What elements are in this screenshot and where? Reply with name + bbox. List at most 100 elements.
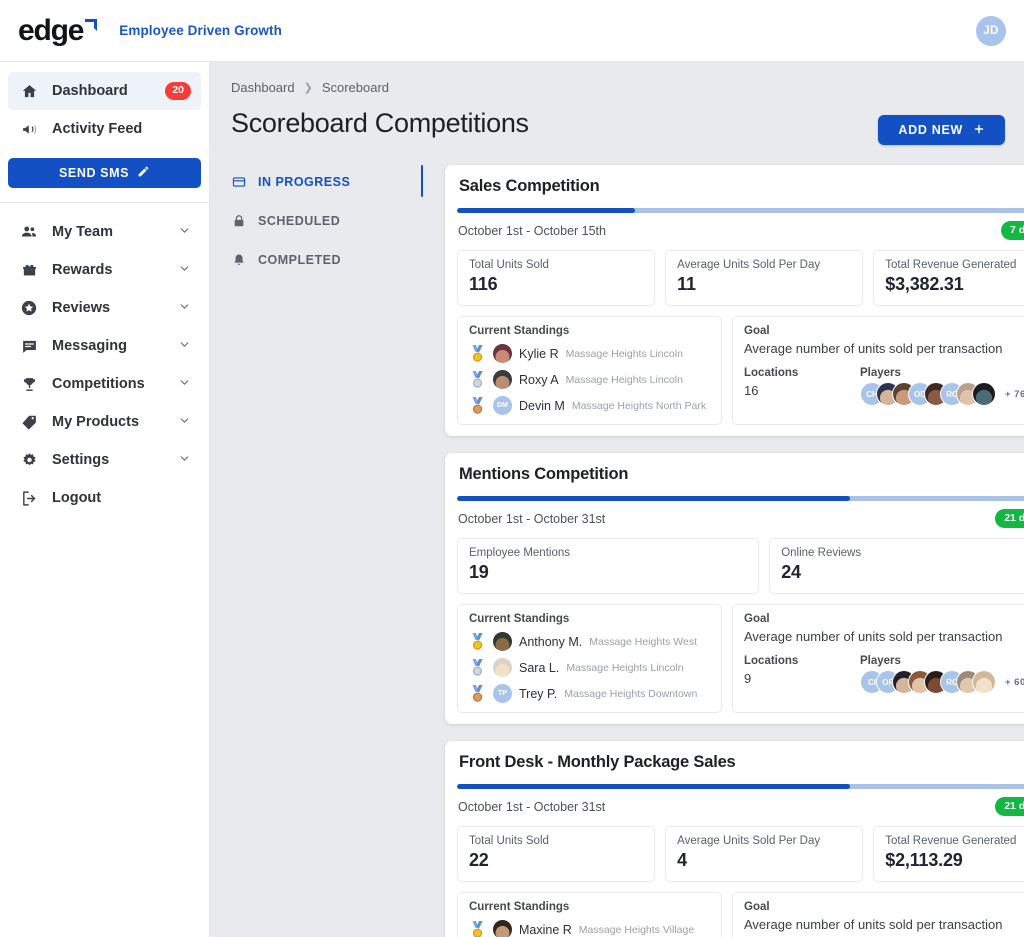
tab-label-completed: COMPLETED bbox=[258, 253, 341, 267]
stat-label: Online Reviews bbox=[781, 547, 1024, 559]
card-header: Mentions Competition bbox=[457, 465, 1024, 484]
days-left-badge: 21 days left bbox=[995, 509, 1024, 528]
goal-label: Goal bbox=[744, 325, 1024, 337]
locations-label: Locations bbox=[744, 655, 860, 667]
date-row: October 1st - October 31st 21 days left bbox=[457, 509, 1024, 528]
tag-icon bbox=[18, 412, 40, 432]
plus-icon bbox=[973, 123, 985, 138]
players-col: Players CIOPRC + 60 MORE bbox=[860, 655, 1024, 694]
standing-location: Massage Heights Lincoln bbox=[566, 662, 683, 674]
add-new-button[interactable]: ADD NEW bbox=[878, 115, 1005, 145]
sidebar-label-messaging: Messaging bbox=[52, 338, 178, 354]
breadcrumb-scoreboard[interactable]: Scoreboard bbox=[322, 80, 389, 95]
competition-card[interactable]: Mentions Competition October 1st - Octob… bbox=[445, 453, 1024, 724]
medal-gold-icon bbox=[469, 344, 486, 363]
locations-count: 9 bbox=[744, 671, 860, 686]
standings-list: Anthony M.Massage Heights WestSara L.Mas… bbox=[469, 632, 710, 703]
standing-location: Massage Heights Downtown bbox=[564, 688, 697, 700]
tab-label-in-progress: IN PROGRESS bbox=[258, 175, 350, 189]
players-label: Players bbox=[860, 655, 1024, 667]
standing-name: Kylie R bbox=[519, 347, 559, 361]
status-filter-tabs: IN PROGRESS SCHEDULED COMPLETED bbox=[231, 165, 421, 937]
tab-completed[interactable]: COMPLETED bbox=[231, 245, 421, 275]
send-sms-label: SEND SMS bbox=[59, 166, 129, 180]
dashboard-badge: 20 bbox=[165, 82, 191, 99]
sidebar-item-my-products[interactable]: My Products bbox=[8, 403, 201, 441]
stat-value: 11 bbox=[677, 274, 851, 295]
standing-name: Devin M bbox=[519, 399, 565, 413]
tagline: Employee Driven Growth bbox=[119, 23, 282, 38]
sidebar-divider bbox=[0, 202, 209, 203]
goal-label: Goal bbox=[744, 901, 1024, 913]
goal-text: Average number of units sold per transac… bbox=[744, 917, 1024, 932]
stat-label: Total Revenue Generated bbox=[885, 259, 1024, 271]
sidebar-item-rewards[interactable]: Rewards bbox=[8, 251, 201, 289]
player-avatar-stack[interactable]: CHODRC bbox=[860, 382, 996, 406]
standings-label: Current Standings bbox=[469, 901, 710, 913]
chevron-down-icon bbox=[178, 262, 191, 279]
pencil-icon bbox=[137, 165, 150, 181]
stats-row: Employee Mentions 19 Online Reviews 24 bbox=[457, 538, 1024, 594]
standing-location: Massage Heights North Park bbox=[572, 400, 706, 412]
progress-fill bbox=[457, 496, 850, 501]
sidebar-item-my-team[interactable]: My Team bbox=[8, 213, 201, 251]
tab-scheduled[interactable]: SCHEDULED bbox=[231, 206, 421, 236]
stat-value: $2,113.29 bbox=[885, 850, 1024, 871]
player-avatar-stack[interactable]: CIOPRC bbox=[860, 670, 996, 694]
avatar bbox=[493, 344, 512, 363]
sidebar-item-dashboard[interactable]: Dashboard 20 bbox=[8, 72, 201, 110]
tabs-active-rule bbox=[421, 165, 423, 197]
date-range: October 1st - October 31st bbox=[458, 800, 605, 814]
tab-label-scheduled: SCHEDULED bbox=[258, 214, 340, 228]
goal-panel: Goal Average number of units sold per tr… bbox=[732, 316, 1024, 425]
date-row: October 1st - October 15th 7 days left bbox=[457, 221, 1024, 240]
standing-location: Massage Heights Village bbox=[579, 924, 694, 936]
player-avatar[interactable] bbox=[972, 382, 996, 406]
sidebar-item-activity-feed[interactable]: Activity Feed bbox=[8, 110, 201, 148]
sidebar-item-settings[interactable]: Settings bbox=[8, 441, 201, 479]
lower-row: Current Standings Anthony M.Massage Heig… bbox=[457, 604, 1024, 713]
sidebar-item-competitions[interactable]: Competitions bbox=[8, 365, 201, 403]
people-icon bbox=[18, 222, 40, 242]
locations-col: Locations 9 bbox=[744, 655, 860, 694]
sidebar-label-competitions: Competitions bbox=[52, 376, 178, 392]
goal-panel: Goal Average number of units sold per tr… bbox=[732, 604, 1024, 713]
sidebar-item-messaging[interactable]: Messaging bbox=[8, 327, 201, 365]
avatar bbox=[493, 658, 512, 677]
medal-bronze-icon bbox=[469, 684, 486, 703]
sidebar-label-settings: Settings bbox=[52, 452, 178, 468]
stat-box: Average Units Sold Per Day 4 bbox=[665, 826, 863, 882]
app-shell: Dashboard 20 Activity Feed SEND SMS My T… bbox=[0, 62, 1024, 937]
megaphone-icon bbox=[18, 119, 40, 139]
days-left-badge: 21 days left bbox=[995, 797, 1024, 816]
tab-in-progress[interactable]: IN PROGRESS bbox=[231, 167, 421, 197]
competition-title: Sales Competition bbox=[459, 177, 600, 196]
stat-value: 4 bbox=[677, 850, 851, 871]
standings-panel: Current Standings Maxine RMassage Height… bbox=[457, 892, 722, 937]
chevron-down-icon bbox=[178, 300, 191, 317]
breadcrumb-separator: ❯ bbox=[304, 81, 313, 94]
stats-row: Total Units Sold 116 Average Units Sold … bbox=[457, 250, 1024, 306]
standing-row: TPTrey P.Massage Heights Downtown bbox=[469, 684, 710, 703]
sidebar-item-logout[interactable]: Logout bbox=[8, 479, 201, 517]
standing-row: DMDevin MMassage Heights North Park bbox=[469, 396, 710, 415]
player-avatar[interactable] bbox=[972, 670, 996, 694]
sidebar-item-reviews[interactable]: Reviews bbox=[8, 289, 201, 327]
app-logo[interactable]: edge bbox=[18, 16, 101, 46]
stat-value: $3,382.31 bbox=[885, 274, 1024, 295]
medal-gold-icon bbox=[469, 920, 486, 937]
trophy-icon bbox=[18, 374, 40, 394]
competition-card[interactable]: Front Desk - Monthly Package Sales Octob… bbox=[445, 741, 1024, 937]
chevron-down-icon bbox=[178, 224, 191, 241]
sidebar-label-logout: Logout bbox=[52, 490, 191, 506]
standings-label: Current Standings bbox=[469, 325, 710, 337]
breadcrumb-dashboard[interactable]: Dashboard bbox=[231, 80, 295, 95]
avatar bbox=[493, 920, 512, 937]
user-avatar[interactable]: JD bbox=[976, 16, 1006, 46]
send-sms-button[interactable]: SEND SMS bbox=[8, 158, 201, 188]
standings-panel: Current Standings Anthony M.Massage Heig… bbox=[457, 604, 722, 713]
gear-icon bbox=[18, 450, 40, 470]
content-row: IN PROGRESS SCHEDULED COMPLETED bbox=[231, 165, 1005, 937]
competition-title: Mentions Competition bbox=[459, 465, 628, 484]
competition-card[interactable]: Sales Competition October 1st - October … bbox=[445, 165, 1024, 436]
